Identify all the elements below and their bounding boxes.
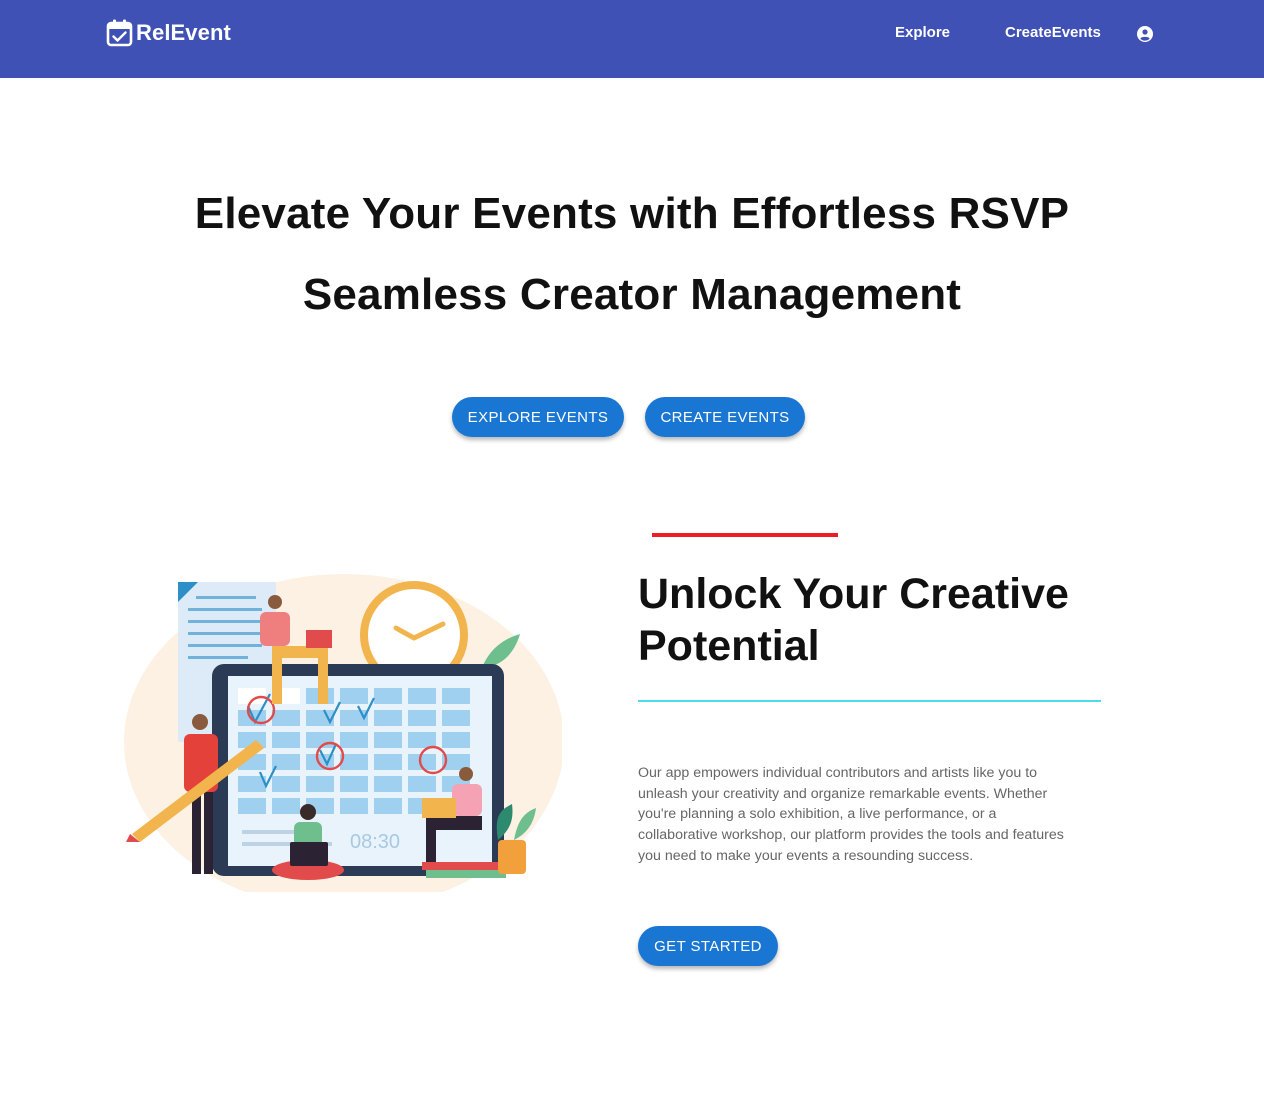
calendar-cell xyxy=(408,710,436,726)
get-started-button[interactable]: GET STARTED xyxy=(638,926,778,966)
event-planning-illustration: 08:30 xyxy=(124,574,562,892)
calendar-cell xyxy=(442,688,470,704)
calendar-cell xyxy=(306,776,334,792)
calendar-cell xyxy=(340,798,368,814)
calendar-cell xyxy=(442,710,470,726)
accent-red-line xyxy=(652,533,838,537)
calendar-cell xyxy=(374,710,402,726)
calendar-cell xyxy=(340,732,368,748)
top-navbar: RelEvent Explore CreateEvents xyxy=(0,0,1264,78)
calendar-cell xyxy=(340,776,368,792)
nav-explore-link[interactable]: Explore xyxy=(895,24,950,41)
explore-events-button[interactable]: EXPLORE EVENTS xyxy=(452,397,624,437)
brand-logo[interactable]: RelEvent xyxy=(106,19,231,47)
brand-name: RelEvent xyxy=(136,20,231,45)
feature-title: Unlock Your Creative Potential xyxy=(638,570,1069,670)
clock-time-text: 08:30 xyxy=(350,831,400,853)
calendar-cell xyxy=(306,732,334,748)
tablet-calendar: 08:30 xyxy=(212,664,504,876)
calendar-cell xyxy=(238,798,266,814)
calendar-cell xyxy=(272,798,300,814)
calendar-cell xyxy=(374,732,402,748)
calendar-cell xyxy=(374,754,402,770)
calendar-cell xyxy=(442,732,470,748)
calendar-cell xyxy=(408,732,436,748)
hero-heading-line-1: Elevate Your Events with Effortless RSVP xyxy=(194,189,1070,238)
calendar-cell xyxy=(374,798,402,814)
accent-cyan-line xyxy=(638,700,1101,702)
calendar-cell xyxy=(272,710,300,726)
calendar-cell xyxy=(272,732,300,748)
calendar-cell xyxy=(374,776,402,792)
calendar-cell xyxy=(408,776,436,792)
create-events-button[interactable]: CREATE EVENTS xyxy=(645,397,805,437)
calendar-cell xyxy=(340,688,368,704)
calendar-cell xyxy=(340,754,368,770)
account-circle-icon[interactable] xyxy=(1137,26,1153,42)
calendar-cell xyxy=(272,776,300,792)
feature-description: Our app empowers individual contributors… xyxy=(638,765,1064,864)
calendar-cell xyxy=(408,688,436,704)
calendar-check-icon xyxy=(106,19,133,47)
nav-create-events-link[interactable]: CreateEvents xyxy=(1005,24,1101,41)
calendar-cell xyxy=(374,688,402,704)
hero-heading-line-2: Seamless Creator Management xyxy=(302,270,962,319)
